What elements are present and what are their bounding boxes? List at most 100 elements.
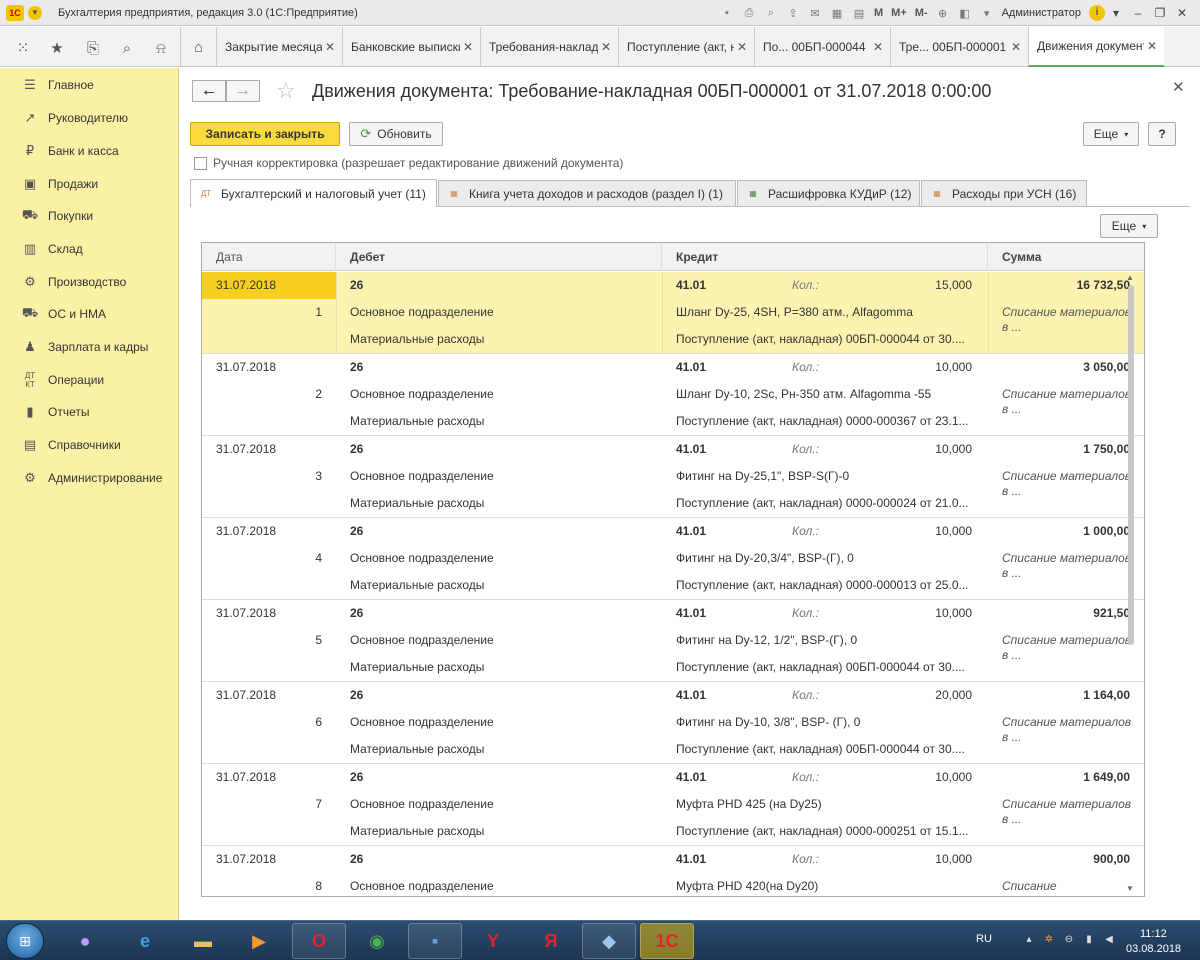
ie-icon[interactable]: e — [118, 923, 172, 959]
print-icon[interactable]: ⎙ — [740, 4, 758, 22]
table-row[interactable]: 31.07.2018 2 26 Основное подразделение Матер… — [202, 354, 1144, 436]
column-credit[interactable]: Кредит — [662, 243, 988, 271]
sidebar-item-sales[interactable]: ▣ Продажи — [0, 170, 179, 198]
sidebar-item-warehouse[interactable]: ▥ Склад — [0, 235, 179, 263]
scroll-down-icon[interactable]: ▼ — [1126, 884, 1134, 893]
table-more-button[interactable]: Еще ▾ — [1100, 214, 1158, 238]
sidebar-item-main[interactable]: ☰ Главное — [0, 71, 179, 99]
close-tab-icon[interactable]: ✕ — [460, 40, 476, 54]
table-row[interactable]: 31.07.2018 7 26 Основное подразделение Матер… — [202, 764, 1144, 846]
clock-date[interactable]: 03.08.2018 — [1126, 943, 1181, 955]
preview-icon[interactable]: ⌕ — [762, 4, 780, 22]
refresh-button[interactable]: ⟳ Обновить — [349, 122, 443, 146]
column-debit[interactable]: Дебет — [336, 243, 662, 271]
calculator-icon[interactable]: ▦ — [828, 4, 846, 22]
onec-taskbar-icon[interactable]: 1С — [640, 923, 694, 959]
clock-time[interactable]: 11:12 — [1140, 928, 1167, 940]
dropdown-icon[interactable]: ▾ — [1105, 6, 1127, 20]
table-row[interactable]: 31.07.2018 5 26 Основное подразделение Матер… — [202, 600, 1144, 682]
movements-table[interactable]: Дата Дебет Кредит Сумма 31.07.2018 1 26 Осн… — [201, 242, 1145, 897]
volume-icon[interactable]: ◀ — [1102, 934, 1116, 948]
alice-icon[interactable]: ● — [58, 923, 112, 959]
tray-minus-icon[interactable]: ⊖ — [1062, 934, 1076, 948]
tab-accounting[interactable]: ДТ Бухгалтерский и налоговый учет (11) — [190, 179, 437, 207]
favorites-icon[interactable]: ★ — [46, 37, 68, 59]
home-icon[interactable]: ⌂ — [180, 27, 216, 67]
close-icon[interactable]: ✕ — [1171, 6, 1193, 20]
mail-icon[interactable]: ✉ — [806, 4, 824, 22]
opera-icon[interactable]: O — [292, 923, 346, 959]
tab-requisition-1[interactable]: Тре... 00БП-000001 ✕ — [890, 27, 1028, 67]
table-row[interactable]: 31.07.2018 3 26 Основное подразделение Матер… — [202, 436, 1144, 518]
calendar-icon[interactable]: ▤ — [850, 4, 868, 22]
table-row[interactable]: 31.07.2018 6 26 Основное подразделение Матер… — [202, 682, 1144, 764]
scroll-up-icon[interactable]: ▲ — [1126, 273, 1134, 282]
chrome-icon[interactable]: ◉ — [350, 923, 404, 959]
close-tab-icon[interactable]: ✕ — [322, 40, 338, 54]
tray-app-icon[interactable]: ✲ — [1042, 934, 1056, 948]
close-tab-icon[interactable]: ✕ — [1144, 39, 1160, 53]
info-icon[interactable]: i — [1088, 5, 1105, 21]
close-tab-icon[interactable]: ✕ — [598, 40, 614, 54]
close-tab-icon[interactable]: ✕ — [734, 40, 750, 54]
all-functions-icon[interactable]: ⁙ — [12, 37, 34, 59]
table-row[interactable]: 31.07.2018 1 26 Основное подразделение Матер… — [202, 272, 1144, 354]
close-tab-icon[interactable]: ✕ — [870, 40, 886, 54]
tab-bank-statements[interactable]: Банковские выписки ✕ — [342, 27, 480, 67]
table-row[interactable]: 31.07.2018 8 26 Основное подразделение 41.01… — [202, 846, 1144, 896]
tab-receipts[interactable]: Поступление (акт, накладная)✕ — [618, 27, 754, 67]
sidebar-item-reports[interactable]: ▮ Отчеты — [0, 398, 179, 426]
sidebar-item-operations[interactable]: ДТ КТ Операции — [0, 366, 179, 394]
app-icon[interactable]: ◆ — [582, 923, 636, 959]
maximize-icon[interactable]: ❐ — [1149, 6, 1171, 20]
close-tab-icon[interactable]: ✕ — [1008, 40, 1024, 54]
close-form-icon[interactable]: ✕ — [1172, 78, 1185, 96]
notifications-icon[interactable]: ⍾ — [150, 37, 172, 59]
sidebar-item-assets[interactable]: ⛟ ОС и НМА — [0, 300, 179, 328]
yandex-browser-icon[interactable]: Я — [524, 923, 578, 959]
panel-icon[interactable]: ◧ — [956, 4, 974, 22]
sidebar-item-purchases[interactable]: ⛟ Покупки — [0, 202, 179, 230]
start-button[interactable]: ⊞ — [6, 923, 44, 959]
sidebar-item-bank[interactable]: ₽ Банк и касса — [0, 137, 179, 165]
memory-button[interactable]: M — [872, 4, 885, 22]
column-sum[interactable]: Сумма — [988, 243, 1144, 271]
memory-plus-button[interactable]: M+ — [889, 4, 909, 22]
table-scrollbar[interactable]: ▲ ▼ — [1126, 273, 1136, 893]
table-row[interactable]: 31.07.2018 4 26 Основное подразделение Матер… — [202, 518, 1144, 600]
save-and-close-button[interactable]: Записать и закрыть — [190, 122, 340, 146]
history-icon[interactable]: ⎘ — [82, 37, 104, 59]
expand-tray-icon[interactable]: ▴ — [1022, 934, 1036, 948]
tab-usn-expenses[interactable]: ▦ Расходы при УСН (16) — [921, 180, 1087, 206]
attach-icon[interactable]: ⇪ — [784, 4, 802, 22]
tab-requisitions[interactable]: Требования-накладные✕ — [480, 27, 618, 67]
sidebar-item-production[interactable]: ⚙ Производство — [0, 268, 179, 296]
main-menu-icon[interactable]: ▼ — [28, 5, 42, 20]
scroll-thumb[interactable] — [1128, 285, 1134, 645]
forward-button[interactable]: ⭢ — [226, 80, 260, 102]
sidebar-item-administration[interactable]: ⚙ Администрирование — [0, 464, 179, 492]
favorite-star-icon[interactable]: ☆ — [276, 78, 296, 104]
tab-kudir-breakdown[interactable]: ▦ Расшифровка КУДиР (12) — [737, 180, 920, 206]
tab-month-close[interactable]: Закрытие месяца ✕ — [216, 27, 342, 67]
media-player-icon[interactable]: ▶ — [232, 923, 286, 959]
tab-receipt-44[interactable]: По... 00БП-000044 ✕ — [754, 27, 890, 67]
explorer-icon[interactable]: ▬ — [176, 923, 230, 959]
sidebar-item-payroll[interactable]: ♟ Зарплата и кадры — [0, 333, 179, 361]
sidebar-item-references[interactable]: ▤ Справочники — [0, 431, 179, 459]
back-button[interactable]: ⭠ — [192, 80, 226, 102]
memory-minus-button[interactable]: M- — [913, 4, 930, 22]
manual-correction-checkbox[interactable] — [194, 156, 207, 170]
app-logo[interactable]: 1С — [6, 4, 24, 21]
search-icon[interactable]: ⌕ — [116, 37, 138, 59]
more-button[interactable]: Еще ▾ — [1083, 122, 1139, 146]
tab-document-movements[interactable]: Движения документа ✕ — [1028, 27, 1164, 67]
save-app-icon[interactable]: ▪ — [408, 923, 462, 959]
zoom-icon[interactable]: ⊕ — [934, 4, 952, 22]
help-button[interactable]: ? — [1148, 122, 1176, 146]
column-date[interactable]: Дата — [202, 243, 336, 271]
language-indicator[interactable]: RU — [976, 933, 992, 945]
current-user[interactable]: Администратор — [1002, 7, 1081, 19]
minimize-icon[interactable]: – — [1127, 6, 1149, 20]
yandex-icon[interactable]: Y — [466, 923, 520, 959]
